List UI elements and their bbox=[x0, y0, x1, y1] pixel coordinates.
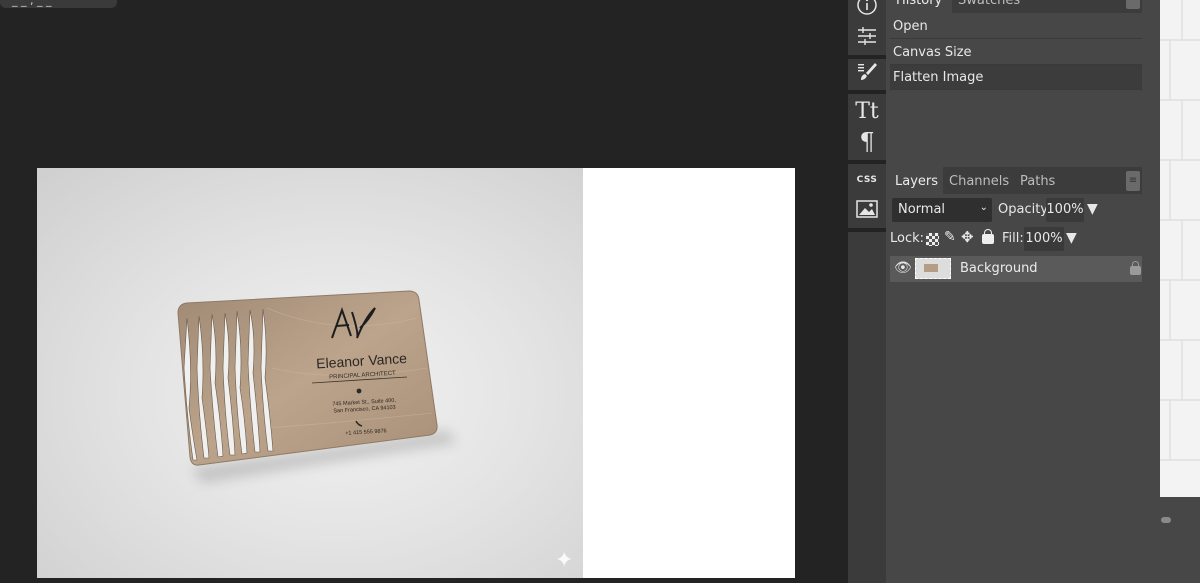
info-icon[interactable] bbox=[848, 0, 886, 20]
layer-lock-icon bbox=[1130, 261, 1141, 275]
layer-thumbnail bbox=[915, 258, 951, 279]
business-card-photo: Eleanor Vance PRINCIPAL ARCHITECT 745 Ma… bbox=[37, 168, 583, 578]
brush-settings-icon[interactable] bbox=[848, 61, 886, 85]
side-panel: History Swatches ≡ Open Canvas Size Flat… bbox=[886, 0, 1160, 583]
fill-label: Fill: bbox=[1002, 231, 1024, 246]
lock-label: Lock: bbox=[890, 231, 925, 246]
history-tabs: History Swatches ≡ bbox=[890, 0, 1142, 13]
chevron-down-icon: ⌄ bbox=[979, 202, 988, 213]
eye-icon[interactable]: 👁 bbox=[894, 260, 912, 276]
css-icon[interactable]: CSS bbox=[848, 172, 886, 196]
layers-menu-button[interactable]: ≡ bbox=[1126, 171, 1140, 191]
history-item-open[interactable]: Open bbox=[890, 14, 1142, 39]
panel-tool-column: Tt ¶ CSS bbox=[848, 0, 886, 583]
tab-layers[interactable]: Layers bbox=[890, 167, 943, 194]
image-icon[interactable] bbox=[848, 200, 886, 224]
lock-transparency-icon[interactable] bbox=[926, 233, 939, 246]
opacity-dropdown-icon[interactable]: ▼ bbox=[1087, 201, 1098, 217]
history-item-flatten-image[interactable]: Flatten Image bbox=[890, 65, 1142, 90]
opacity-label: Opacity: bbox=[998, 202, 1052, 217]
tab-paths[interactable]: Paths bbox=[1020, 167, 1060, 194]
history-item-canvas-size[interactable]: Canvas Size bbox=[890, 40, 1142, 65]
right-edge-preview bbox=[1160, 0, 1200, 497]
blend-mode-select[interactable]: Normal ⌄ bbox=[892, 198, 992, 222]
adjustments-icon[interactable] bbox=[848, 26, 886, 50]
lock-move-icon[interactable]: ✥ bbox=[961, 228, 974, 246]
scroll-handle[interactable] bbox=[1161, 517, 1171, 523]
lock-paint-icon[interactable]: ✎ bbox=[944, 229, 956, 245]
fill-dropdown-icon[interactable]: ▼ bbox=[1066, 230, 1077, 246]
layers-tabs: Layers Channels Paths ≡ bbox=[890, 167, 1142, 194]
blend-mode-value: Normal bbox=[898, 202, 946, 217]
sparkle-icon: ✦ bbox=[555, 548, 574, 573]
paragraph-icon[interactable]: ¶ bbox=[848, 130, 886, 154]
image-canvas[interactable]: Eleanor Vance PRINCIPAL ARCHITECT 745 Ma… bbox=[37, 168, 795, 578]
document-tab[interactable]: _ _ , _ _ bbox=[0, 0, 117, 8]
character-icon[interactable]: Tt bbox=[848, 100, 886, 124]
right-edge-bottom bbox=[1160, 497, 1200, 583]
business-card-mockup: Eleanor Vance PRINCIPAL ARCHITECT 745 Ma… bbox=[177, 290, 457, 483]
tab-channels[interactable]: Channels bbox=[949, 167, 1013, 194]
fill-input[interactable]: 100% bbox=[1024, 227, 1064, 251]
tab-history[interactable]: History bbox=[890, 0, 952, 13]
layer-row-background[interactable]: 👁 Background bbox=[890, 256, 1142, 282]
lock-all-icon[interactable] bbox=[982, 229, 994, 244]
history-menu-button[interactable]: ≡ bbox=[1126, 0, 1140, 9]
layer-name: Background bbox=[960, 261, 1038, 276]
opacity-input[interactable]: 100% bbox=[1046, 198, 1084, 222]
tab-swatches[interactable]: Swatches bbox=[958, 0, 1028, 13]
